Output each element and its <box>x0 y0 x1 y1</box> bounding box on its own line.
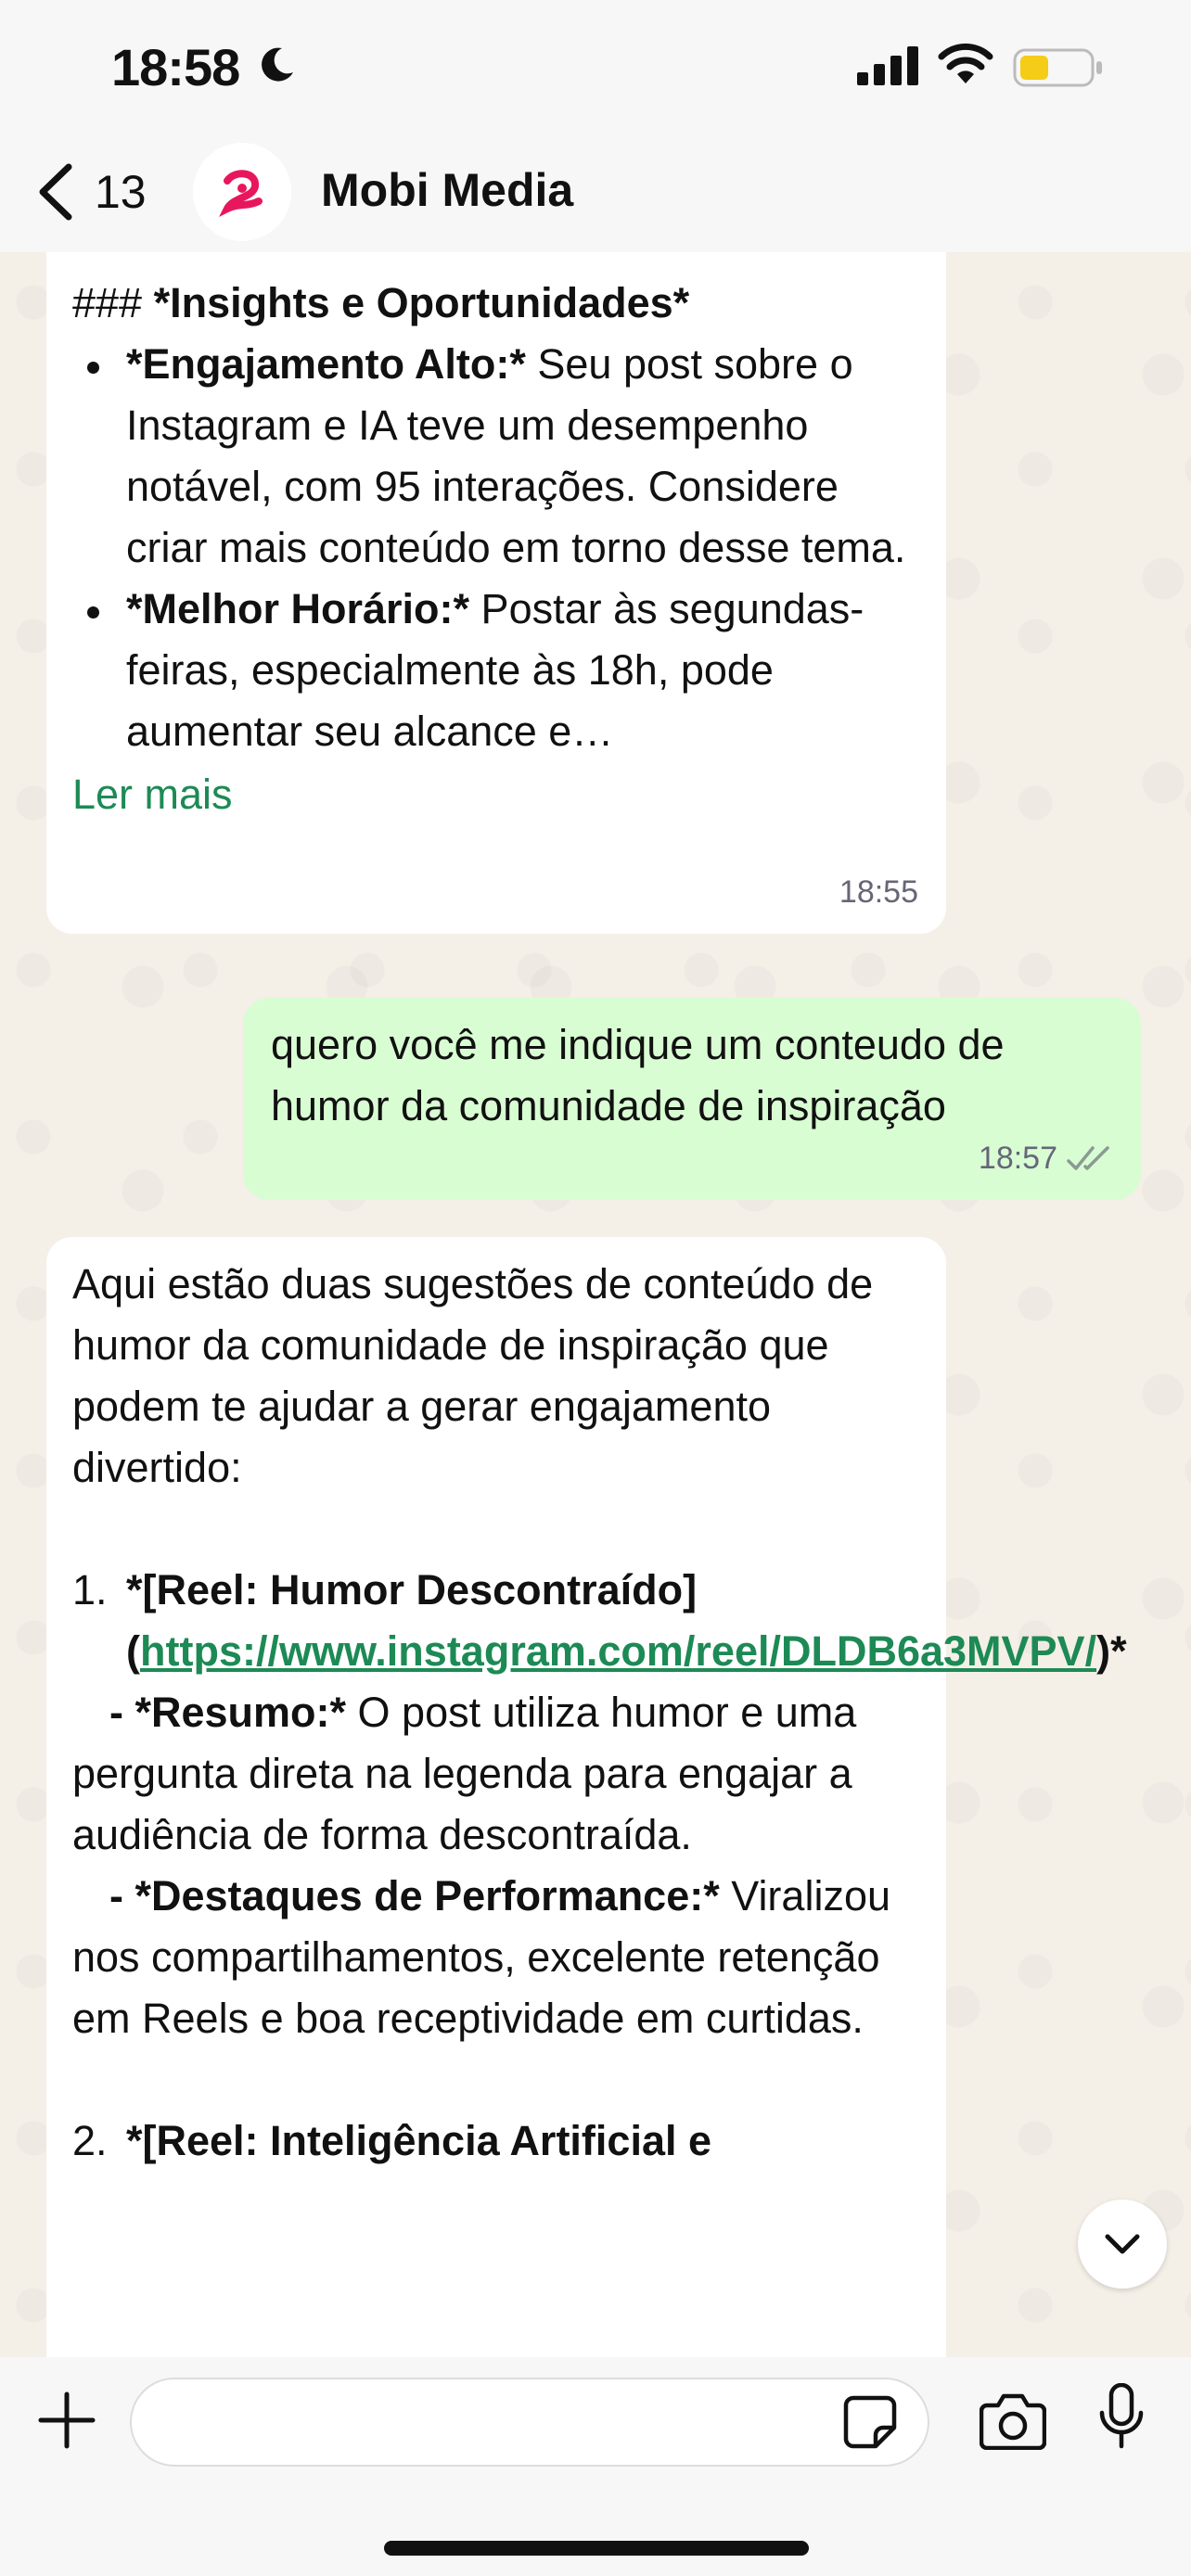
message-time: 18:57 <box>978 1141 1057 1176</box>
message-time: 18:55 <box>839 874 918 910</box>
moon-icon <box>262 47 293 82</box>
performance-label: - *Destaques de Performance:* <box>109 1872 720 1919</box>
message-heading: ### *Insights e Oportunidades* <box>72 273 918 334</box>
summary-label: - *Resumo:* <box>109 1689 347 1736</box>
reel-link[interactable]: https://www.instagram.com/reel/DLDB6a3MV… <box>140 1627 1096 1675</box>
unread-count[interactable]: 13 <box>95 165 147 219</box>
incoming-message: ### *Insights e Oportunidades* *Engajame… <box>46 252 946 934</box>
read-receipt-icon <box>1067 1146 1109 1170</box>
performance-line: - *Destaques de Performance:* Viralizou … <box>72 1866 918 2049</box>
item-title: *[Reel: Inteligência Artificial e <box>126 2117 712 2164</box>
chat-area[interactable]: ### *Insights e Oportunidades* *Engajame… <box>0 252 1191 2357</box>
bullet-label: *Engajamento Alto:* <box>126 340 526 388</box>
signal-icon <box>857 46 918 85</box>
paren-open: ( <box>126 1627 140 1675</box>
item-number: 2. <box>72 2117 108 2164</box>
home-indicator <box>384 2541 809 2556</box>
camera-icon[interactable] <box>980 2392 1046 2450</box>
avatar[interactable] <box>193 143 291 241</box>
heading-prefix: ### <box>72 279 154 326</box>
item-number: 1. <box>72 1566 108 1613</box>
scroll-to-bottom-button[interactable] <box>1078 2200 1167 2289</box>
list-item: 2. *[Reel: Inteligência Artificial e <box>72 2111 918 2172</box>
back-chevron-icon[interactable] <box>30 159 85 224</box>
paren-close: )* <box>1096 1627 1127 1675</box>
message-input[interactable] <box>130 2378 929 2467</box>
chat-header: 13 Mobi Media <box>0 139 1191 252</box>
status-bar: 18:58 <box>0 0 1191 139</box>
microphone-icon[interactable] <box>1098 2383 1145 2450</box>
message-text: quero você me indique um conteudo de hum… <box>271 1021 1005 1129</box>
heading-text: *Insights e Oportunidades* <box>153 279 690 326</box>
item-title: *[Reel: Humor Descontraído] <box>126 1566 698 1613</box>
composer-bar <box>0 2357 1191 2576</box>
plus-icon[interactable] <box>37 2391 96 2450</box>
list-item: *Engajamento Alto:* Seu post sobre o Ins… <box>72 334 918 579</box>
contact-name[interactable]: Mobi Media <box>321 163 573 217</box>
wifi-icon <box>938 43 993 83</box>
status-time: 18:58 <box>111 38 240 96</box>
read-more-link[interactable]: Ler mais <box>72 764 918 825</box>
outgoing-message: quero você me indique um conteudo de hum… <box>243 998 1141 1200</box>
sticker-icon[interactable] <box>842 2394 898 2450</box>
battery-icon <box>1013 48 1102 87</box>
list-item: 1. *[Reel: Humor Descontraído] (https://… <box>72 1560 1127 1682</box>
bullet-label: *Melhor Horário:* <box>126 585 470 632</box>
incoming-message: Aqui estão duas sugestões de conteúdo de… <box>46 1237 1127 2357</box>
brand-logo-icon <box>219 170 263 217</box>
chevron-down-icon <box>1105 2234 1140 2254</box>
list-item: *Melhor Horário:* Postar às segundas-fei… <box>72 579 918 762</box>
bullet-list: *Engajamento Alto:* Seu post sobre o Ins… <box>72 334 918 762</box>
message-meta: 18:57 <box>979 1128 1113 1189</box>
summary-line: - *Resumo:* O post utiliza humor e uma p… <box>72 1682 918 1866</box>
message-intro: Aqui estão duas sugestões de conteúdo de… <box>72 1260 874 1491</box>
